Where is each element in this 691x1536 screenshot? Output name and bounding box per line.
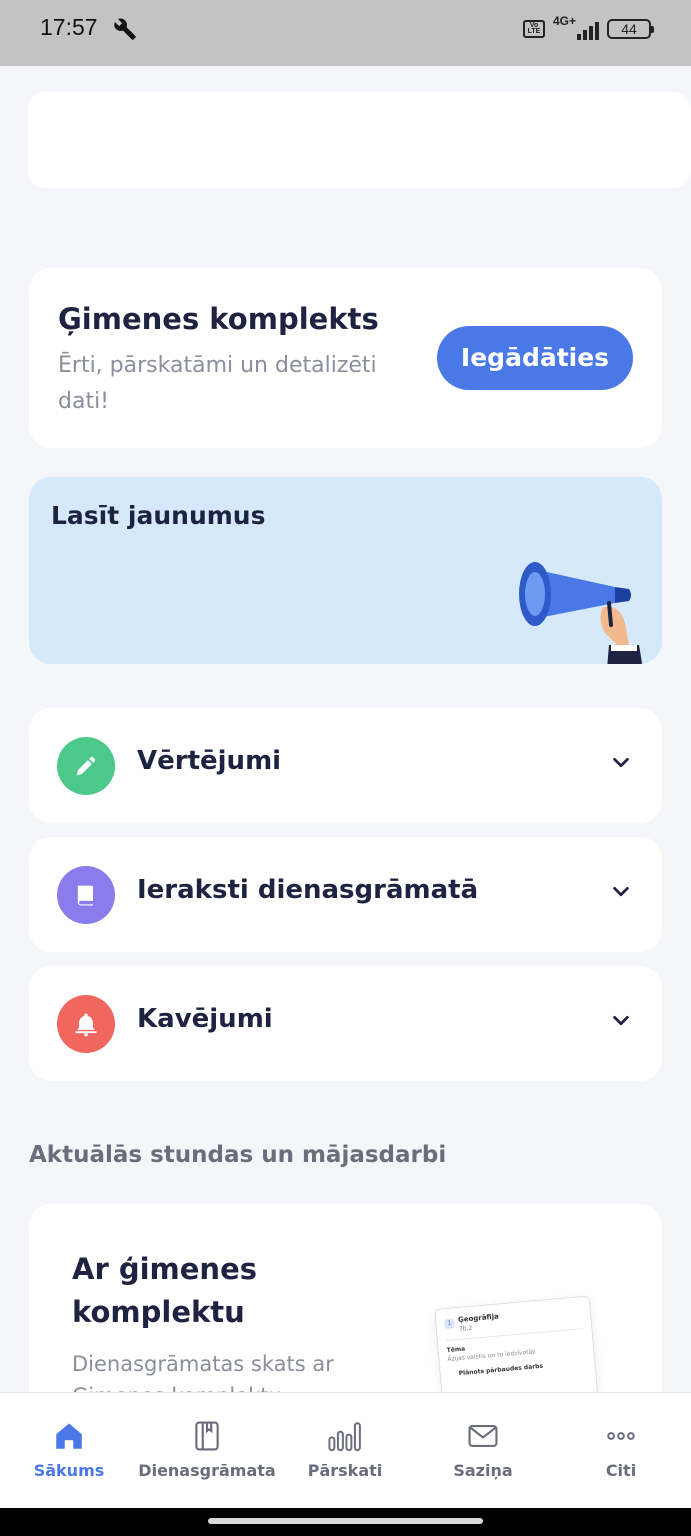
- grades-accordion[interactable]: Vērtējumi: [29, 708, 662, 823]
- battery-icon: 44: [607, 19, 654, 39]
- chevron-down-icon: [610, 881, 632, 907]
- absences-accordion[interactable]: Kavējumi: [29, 966, 662, 1081]
- megaphone-icon: [511, 549, 661, 664]
- nav-home-label: Sākums: [33, 1461, 105, 1480]
- chevron-down-icon: [610, 752, 632, 778]
- family-kit-card: Ģimenes komplekts Ērti, pārskatāmi un de…: [29, 268, 662, 448]
- home-gesture-handle[interactable]: [208, 1518, 483, 1524]
- nav-messages[interactable]: Saziņa: [414, 1393, 552, 1509]
- mail-icon: [465, 1419, 501, 1457]
- bell-icon: [57, 995, 115, 1053]
- diary-entries-label: Ieraksti dienasgrāmatā: [137, 875, 479, 905]
- nav-home[interactable]: Sākums: [0, 1393, 138, 1509]
- preview-lesson-number: 1: [443, 1318, 455, 1330]
- status-time: 17:57: [40, 14, 98, 40]
- volte-indicator: Vo LTE: [523, 20, 545, 38]
- lessons-heading: Aktuālās stundas un mājasdarbi: [29, 1142, 447, 1168]
- nav-more-label: Citi: [605, 1461, 637, 1480]
- news-title: Lasīt jaunumus: [51, 501, 266, 530]
- pencil-icon: [57, 737, 115, 795]
- more-icon: [603, 1419, 639, 1457]
- family-kit-title: Ģimenes komplekts: [58, 302, 379, 336]
- preview-check: Plānots pārbaudes darbs: [458, 1362, 544, 1378]
- book-icon: [57, 866, 115, 924]
- absences-label: Kavējumi: [137, 1004, 273, 1034]
- bottom-nav: Sākums Dienasgrāmata Pārskati Saziņa Cit…: [0, 1392, 691, 1508]
- nav-diary[interactable]: Dienasgrāmata: [138, 1393, 276, 1509]
- home-icon: [52, 1419, 86, 1457]
- buy-button[interactable]: Iegādāties: [437, 326, 633, 390]
- family-kit-subtitle: Ērti, pārskatāmi un detalizēti dati!: [58, 353, 377, 414]
- gesture-bar: [0, 1508, 691, 1536]
- grades-label: Vērtējumi: [137, 746, 282, 776]
- nav-messages-label: Saziņa: [453, 1461, 513, 1480]
- news-card[interactable]: Lasīt jaunumus: [29, 477, 662, 664]
- redacted-area: [28, 92, 691, 188]
- signal-icon: 4G+: [553, 14, 599, 42]
- nav-reports[interactable]: Pārskati: [276, 1393, 414, 1509]
- status-bar: 17:57 Vo LTE 4G+ 44: [0, 0, 691, 66]
- chevron-down-icon: [610, 1010, 632, 1036]
- diary-icon: [190, 1419, 224, 1457]
- lessons-card-title: Ar ģimenes komplektu: [72, 1252, 258, 1329]
- bar-chart-icon: [326, 1419, 364, 1457]
- network-type: 4G+: [553, 14, 577, 28]
- nav-more[interactable]: Citi: [552, 1393, 690, 1509]
- diary-entries-accordion[interactable]: Ieraksti dienasgrāmatā: [29, 837, 662, 952]
- nav-diary-label: Dienasgrāmata: [138, 1461, 276, 1480]
- wrench-icon: [112, 16, 138, 46]
- nav-reports-label: Pārskati: [307, 1461, 383, 1480]
